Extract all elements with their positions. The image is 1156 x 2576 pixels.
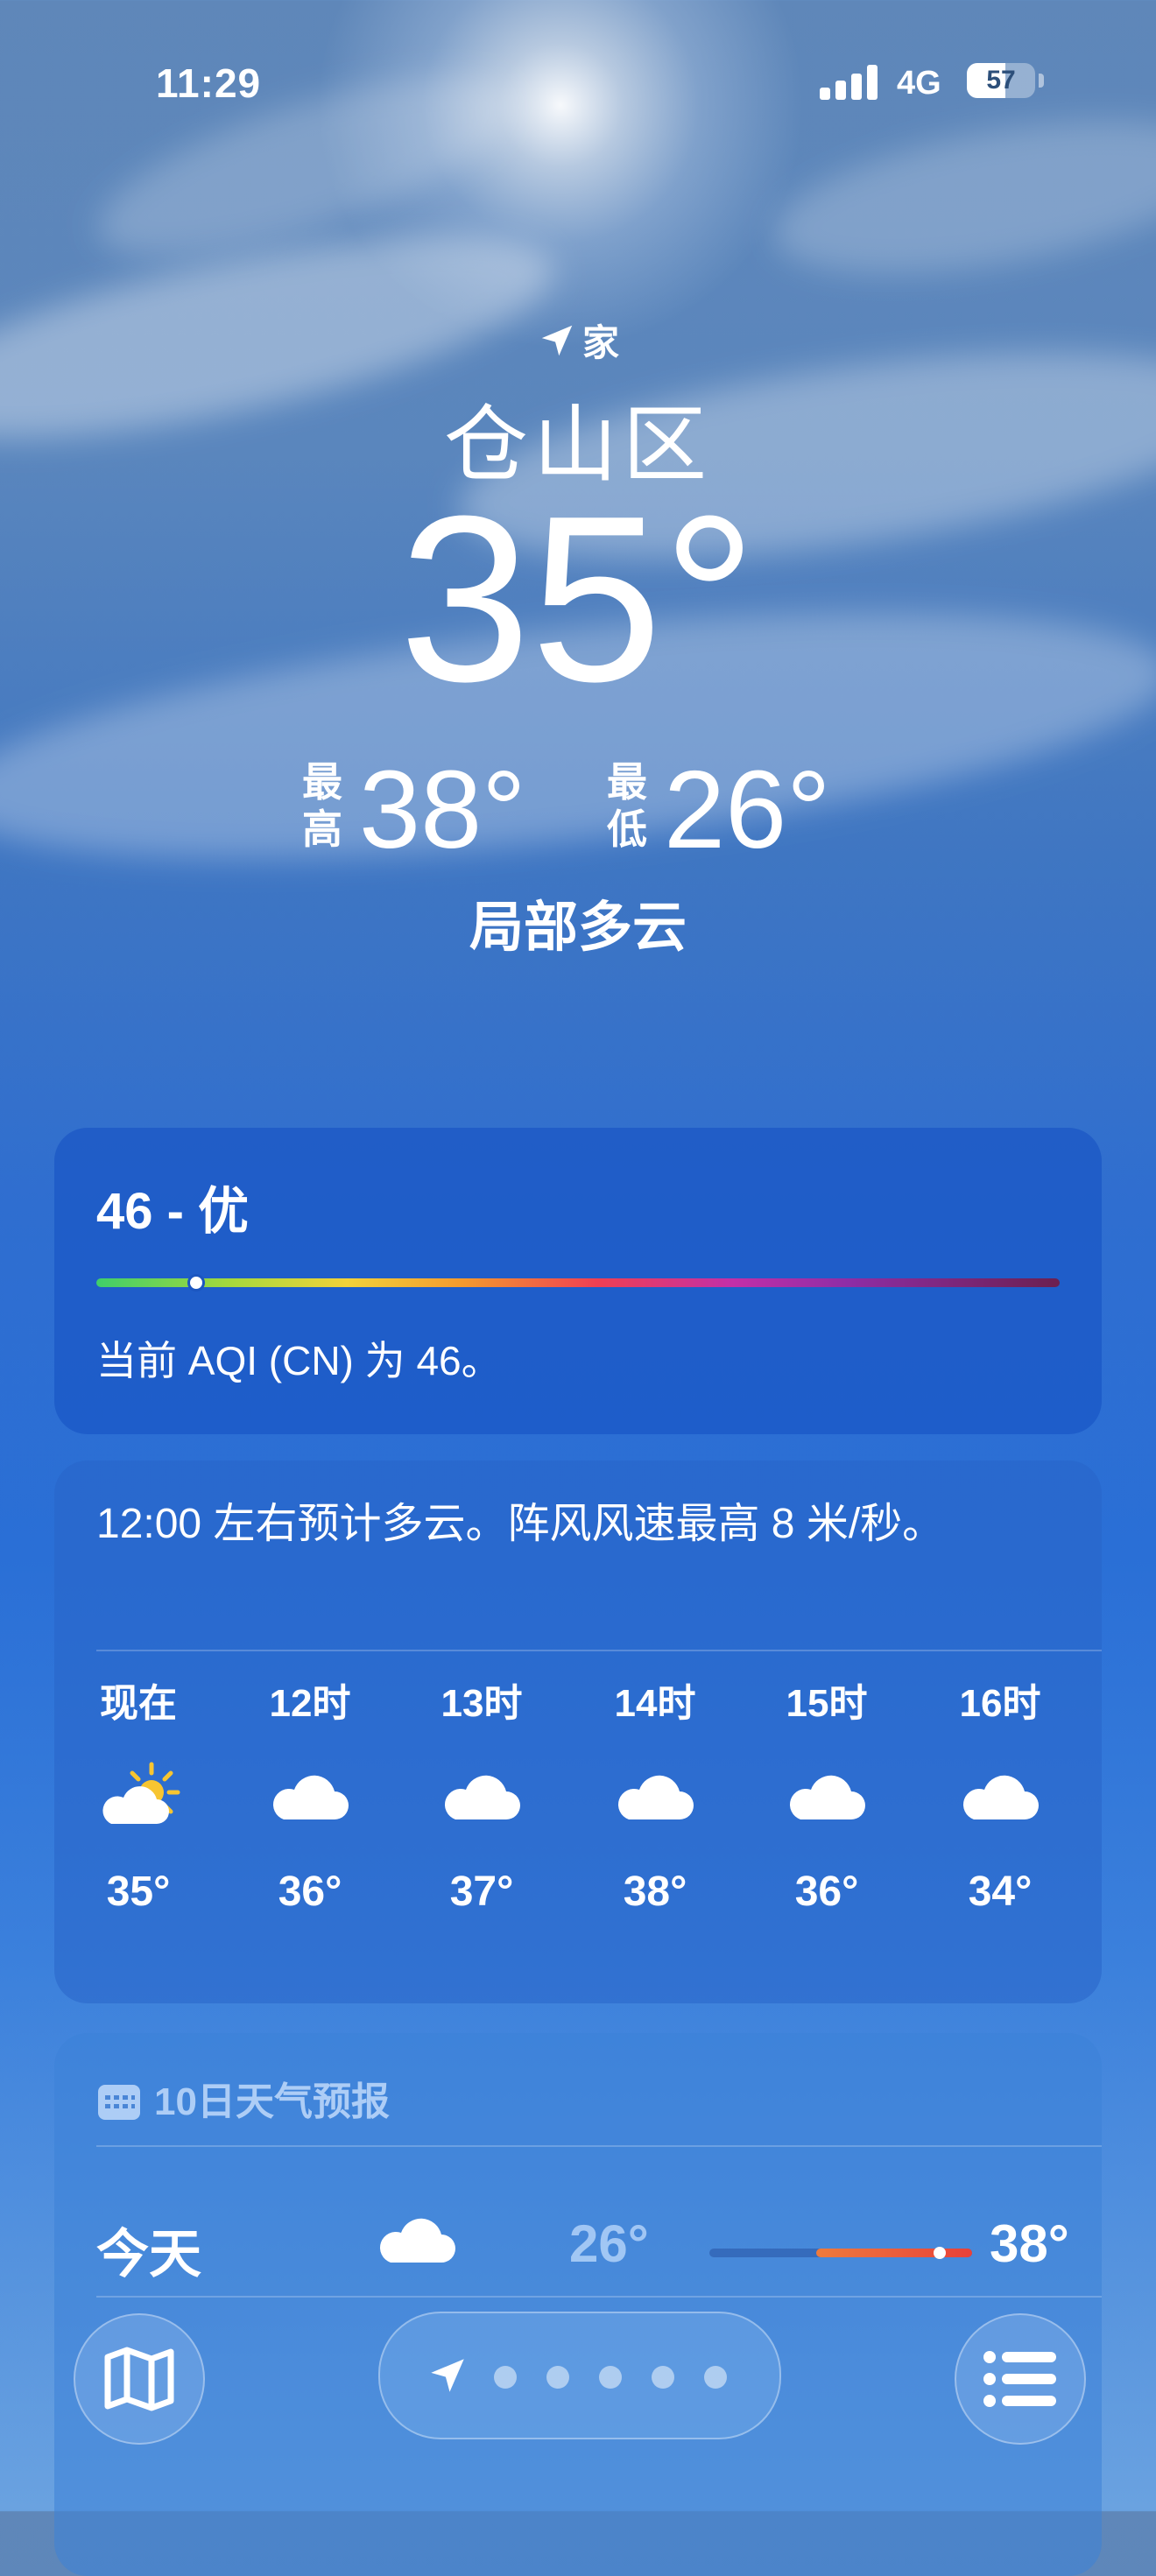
divider — [96, 2145, 1102, 2147]
page-dot[interactable] — [546, 2366, 569, 2389]
low-label-text: 最低 — [607, 759, 647, 852]
divider — [96, 1650, 1102, 1651]
hour-temperature: 36° — [278, 1869, 342, 1915]
hour-temperature: 36° — [794, 1869, 859, 1915]
hour-item: 13时 37° — [429, 1678, 534, 1923]
battery-icon: 57 — [967, 63, 1035, 98]
location-arrow-icon — [431, 2359, 464, 2392]
list-icon — [983, 2351, 1056, 2407]
hour-item: 12时 36° — [257, 1678, 363, 1923]
hourly-scroll[interactable]: 现在 35° 12时 36° 13时 37° 14时 38° 15时 36° 1… — [96, 1678, 1060, 1975]
page-dot[interactable] — [704, 2366, 727, 2389]
cloud-icon — [789, 1775, 865, 1819]
cloud-icon — [379, 2218, 455, 2263]
hour-time: 15时 — [786, 1682, 868, 1725]
hourly-summary: 12:00 左右预计多云。阵风风速最高 8 米/秒。 — [96, 1501, 945, 1547]
ten-day-forecast-card[interactable]: 10日天气预报 今天 26° 38° — [54, 2033, 1102, 2576]
air-quality-card[interactable]: 46 - 优 当前 AQI (CN) 为 46。 — [54, 1128, 1102, 1434]
hour-item: 14时 38° — [603, 1678, 708, 1923]
city-list-button[interactable] — [955, 2313, 1086, 2445]
hourly-forecast-card[interactable]: 12:00 左右预计多云。阵风风速最高 8 米/秒。 现在 35° 12时 36… — [54, 1460, 1102, 2003]
hour-temperature: 37° — [449, 1869, 514, 1915]
signal-strength-icon — [820, 65, 879, 100]
location-row: 家 — [0, 313, 1156, 367]
calendar-icon — [98, 2085, 140, 2120]
battery-tip — [1039, 74, 1044, 88]
status-time: 11:29 — [156, 60, 262, 106]
weather-condition: 局部多云 — [469, 897, 687, 958]
page-dot[interactable] — [652, 2366, 674, 2389]
page-dot[interactable] — [599, 2366, 622, 2389]
hour-temperature: 35° — [106, 1869, 171, 1915]
aqi-scale-bar — [96, 1278, 1060, 1287]
high-low-row: 最高 38° 最低 26° — [0, 748, 1156, 871]
location-label: 家 — [582, 322, 619, 363]
forecast-row-today[interactable]: 今天 26° 38° — [96, 2182, 1069, 2296]
high-temperature: 38° — [359, 748, 526, 871]
current-temperature: 35° — [398, 468, 758, 731]
cloud-icon — [962, 1775, 1039, 1819]
current-temperature-marker — [934, 2247, 946, 2259]
hour-time: 14时 — [614, 1682, 696, 1725]
map-button[interactable] — [74, 2313, 205, 2445]
hour-temperature: 38° — [623, 1869, 687, 1915]
network-type: 4G — [897, 65, 941, 102]
page-dot[interactable] — [494, 2366, 517, 2389]
hour-time: 13时 — [441, 1682, 523, 1725]
aqi-title: 46 - 优 — [96, 1183, 250, 1240]
aqi-description: 当前 AQI (CN) 为 46。 — [96, 1338, 502, 1383]
high-label: 最高 — [298, 758, 347, 853]
temperature-range-bar — [709, 2247, 972, 2259]
cloud-icon — [272, 1775, 349, 1819]
aqi-level-marker — [187, 1274, 205, 1292]
status-bar: 11:29 4G 57 — [0, 53, 1156, 114]
low-label: 最低 — [603, 758, 652, 853]
divider — [96, 2296, 1102, 2298]
forecast-day: 今天 — [96, 2225, 201, 2284]
forecast-high: 38° — [990, 2214, 1069, 2273]
hour-item: 现在 35° — [86, 1678, 191, 1923]
hour-item: 16时 34° — [948, 1678, 1053, 1923]
forecast-header: 10日天气预报 — [96, 2070, 390, 2126]
hour-time: 现在 — [100, 1682, 177, 1725]
location-arrow-icon — [541, 325, 573, 356]
cloud-icon — [444, 1775, 520, 1819]
hour-item: 15时 36° — [774, 1678, 879, 1923]
cloud-icon — [617, 1775, 694, 1819]
cloud-wisp — [762, 92, 1156, 302]
page-indicator[interactable] — [378, 2312, 781, 2439]
battery-level: 57 — [986, 66, 1016, 95]
hour-time: 12时 — [269, 1682, 351, 1725]
forecast-low: 26° — [569, 2214, 649, 2273]
low-temperature: 26° — [664, 748, 831, 871]
map-icon — [104, 2347, 174, 2411]
temperature-range-fill — [816, 2249, 972, 2257]
forecast-title: 10日天气预报 — [154, 2080, 390, 2123]
high-label-text: 最高 — [302, 759, 342, 852]
hour-temperature: 34° — [968, 1869, 1033, 1915]
hour-time: 16时 — [959, 1682, 1041, 1725]
partly-sunny-icon — [102, 1762, 180, 1824]
